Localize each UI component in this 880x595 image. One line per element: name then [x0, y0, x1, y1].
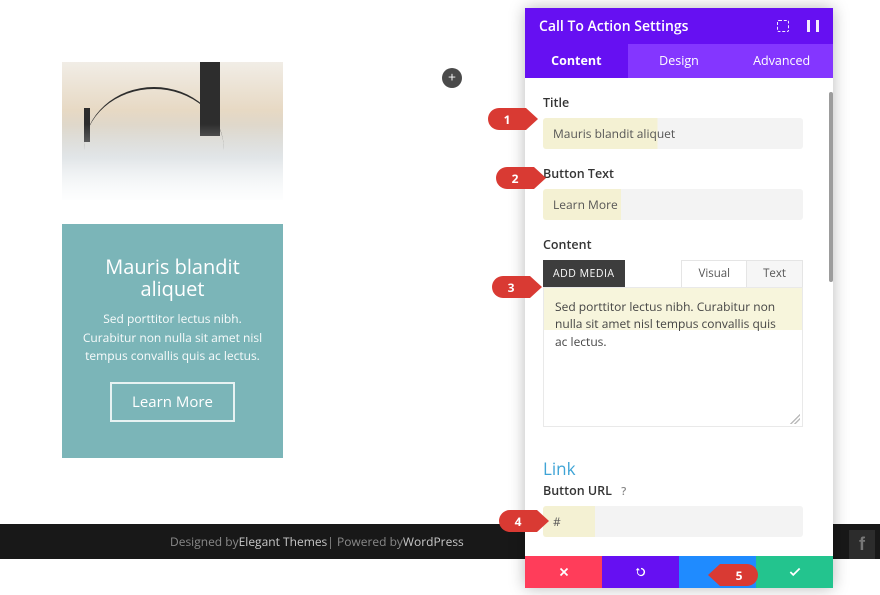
tab-design[interactable]: Design	[628, 44, 731, 78]
close-icon	[557, 565, 571, 579]
label-title: Title	[543, 94, 815, 111]
footer-link-themes[interactable]: Elegant Themes	[239, 533, 328, 550]
cta-body: Sed porttitor lectus nibh. Curabitur non…	[82, 310, 263, 366]
callout-1: 1	[488, 108, 526, 130]
snap-icon[interactable]	[807, 20, 819, 32]
panel-tabs: Content Design Advanced	[525, 44, 833, 78]
label-button-url: Button URL ?	[543, 482, 815, 499]
undo-button[interactable]	[602, 556, 679, 588]
label-button-text: Button Text	[543, 165, 815, 182]
add-module-button[interactable]: +	[442, 68, 462, 88]
footer-link-wp[interactable]: WordPress	[403, 533, 464, 550]
add-media-button[interactable]: ADD MEDIA	[543, 260, 625, 288]
undo-icon	[634, 565, 648, 579]
tab-advanced[interactable]: Advanced	[730, 44, 833, 78]
callout-5: 5	[720, 564, 758, 586]
check-icon	[788, 565, 802, 579]
tab-content[interactable]: Content	[525, 44, 628, 78]
cta-button[interactable]: Learn More	[110, 382, 235, 422]
input-button-url[interactable]	[543, 506, 803, 537]
footer-prefix: Designed by	[170, 533, 239, 550]
editor-tab-visual[interactable]: Visual	[682, 261, 746, 287]
facebook-icon[interactable]: f	[849, 530, 875, 559]
hero-image	[62, 62, 283, 200]
label-button-url-text: Button URL	[543, 482, 612, 499]
label-content: Content	[543, 236, 815, 253]
expand-icon[interactable]	[777, 20, 789, 32]
input-title[interactable]	[543, 118, 803, 149]
input-button-text[interactable]	[543, 189, 803, 220]
callout-4: 4	[499, 510, 537, 532]
save-button[interactable]	[756, 556, 833, 588]
cta-module[interactable]: Mauris blandit aliquet Sed porttitor lec…	[62, 224, 283, 458]
callout-2: 2	[496, 167, 534, 189]
help-icon[interactable]: ?	[621, 484, 626, 499]
callout-3: 3	[492, 276, 530, 298]
panel-action-bar	[525, 556, 833, 588]
panel-header[interactable]: Call To Action Settings	[525, 8, 833, 44]
panel-title: Call To Action Settings	[539, 17, 688, 36]
editor-tab-text[interactable]: Text	[746, 261, 802, 287]
settings-panel: Call To Action Settings Content Design A…	[525, 8, 833, 588]
cta-title: Mauris blandit aliquet	[82, 256, 263, 300]
page-preview: Mauris blandit aliquet Sed porttitor lec…	[0, 0, 525, 595]
content-editor[interactable]: Sed porttitor lectus nibh. Curabitur non…	[543, 287, 803, 427]
discard-button[interactable]	[525, 556, 602, 588]
editor-mode-tabs: Visual Text	[681, 260, 803, 288]
scrollbar-thumb[interactable]	[829, 92, 833, 282]
section-link: Link	[543, 457, 815, 480]
footer-mid: | Powered by	[327, 533, 403, 550]
panel-body: Title Button Text Content ADD MEDIA Visu…	[525, 78, 833, 556]
